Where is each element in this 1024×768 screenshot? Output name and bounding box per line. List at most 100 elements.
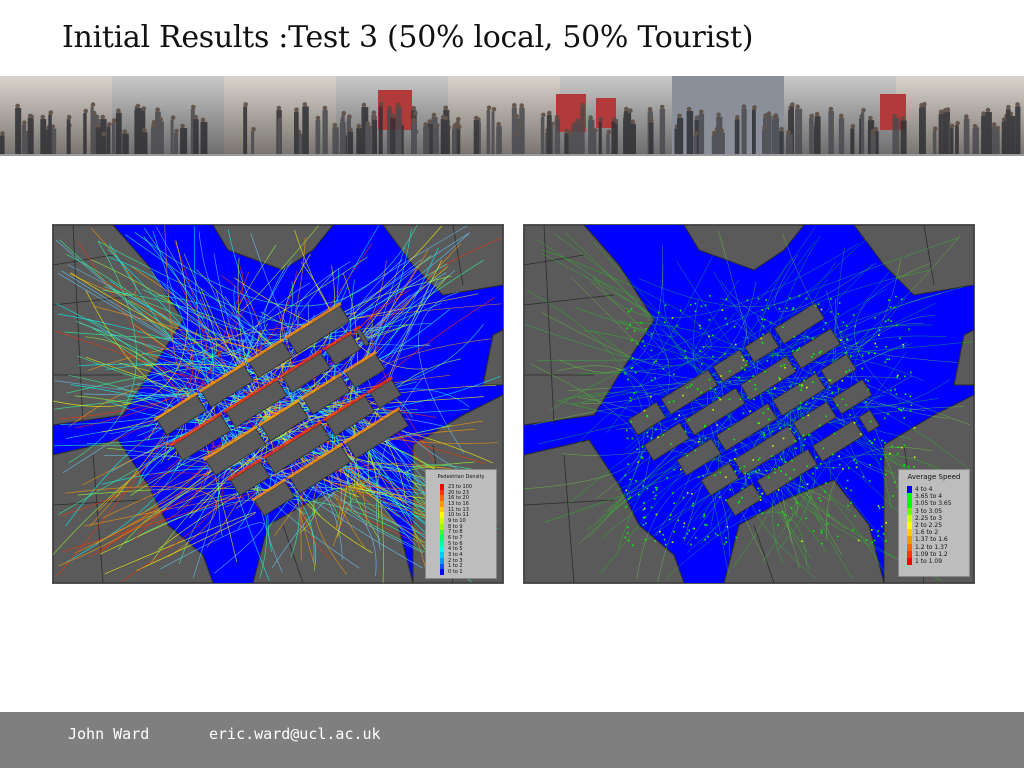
- crowd-figure: [277, 122, 281, 154]
- speed-point: [741, 496, 743, 499]
- speed-point: [837, 313, 840, 315]
- crowd-head: [423, 122, 428, 127]
- speed-point: [774, 471, 776, 474]
- speed-point: [725, 499, 727, 501]
- crowd-head: [191, 104, 196, 110]
- speed-point: [714, 474, 716, 476]
- speed-point: [657, 436, 659, 438]
- crowd-figure: [900, 120, 907, 154]
- legend-item: 0 to 1: [426, 569, 496, 575]
- speed-point: [885, 522, 887, 524]
- crowd-figure: [554, 119, 561, 154]
- speed-point: [700, 391, 702, 394]
- crowd-figure: [919, 107, 926, 154]
- speed-point: [686, 386, 688, 389]
- speed-point: [712, 334, 714, 337]
- crowd-figure: [486, 109, 491, 154]
- speed-point: [772, 445, 774, 447]
- speed-point: [738, 376, 740, 379]
- speed-point: [695, 537, 697, 539]
- crowd-head: [955, 120, 960, 126]
- crowd-head: [486, 105, 492, 111]
- speed-point: [748, 476, 750, 479]
- speed-point: [694, 449, 697, 452]
- speed-point: [855, 466, 858, 469]
- speed-point: [761, 318, 763, 320]
- crowd-head: [606, 129, 612, 135]
- crowd-figure: [141, 132, 148, 154]
- crowd-head: [735, 114, 740, 120]
- speed-point: [646, 435, 649, 438]
- speed-point: [854, 515, 856, 517]
- speed-point: [747, 472, 749, 475]
- speed-point: [682, 525, 685, 528]
- speed-point: [673, 468, 676, 471]
- speed-point: [757, 422, 760, 424]
- speed-point: [665, 543, 667, 546]
- speed-point: [748, 380, 751, 382]
- speed-point: [848, 369, 851, 372]
- speed-point: [666, 477, 668, 479]
- speed-point: [744, 369, 746, 371]
- speed-point: [840, 331, 842, 333]
- speed-point: [892, 495, 894, 497]
- speed-point: [909, 409, 912, 412]
- crowd-head: [22, 120, 27, 125]
- speed-point: [893, 481, 896, 483]
- crowd-head: [686, 106, 692, 112]
- speed-point: [878, 507, 881, 509]
- speed-point: [626, 532, 629, 535]
- speed-point: [762, 325, 765, 327]
- speed-point: [726, 323, 729, 326]
- crowd-head: [513, 131, 518, 136]
- speed-point: [778, 376, 780, 379]
- crowd-figure: [568, 134, 574, 154]
- speed-point: [628, 310, 630, 313]
- crowd-head: [302, 102, 308, 107]
- speed-point: [857, 539, 860, 542]
- crowd-figure: [491, 111, 495, 154]
- crowd-head: [541, 112, 546, 118]
- legend-swatch: [440, 569, 444, 575]
- crowd-head: [142, 127, 147, 133]
- crowd-head: [332, 122, 338, 128]
- crowd-head: [40, 114, 46, 120]
- crowd-head: [371, 110, 377, 115]
- crowd-figure: [518, 125, 524, 154]
- legend-label: 1 to 1.09: [915, 557, 943, 565]
- speed-point: [780, 365, 782, 367]
- crowd-head: [243, 102, 248, 107]
- speed-point: [734, 448, 737, 451]
- speed-point: [806, 465, 809, 467]
- speed-point: [668, 518, 671, 521]
- speed-point: [782, 326, 784, 328]
- crowd-figure: [434, 127, 439, 154]
- crowd-head: [870, 129, 876, 134]
- legend-item: 4 to 4: [899, 486, 969, 494]
- speed-point: [760, 337, 763, 340]
- speed-point: [628, 539, 630, 542]
- speed-point: [737, 501, 740, 504]
- legend-label: 3.65 to 4: [915, 493, 943, 501]
- crowd-figure: [15, 107, 22, 154]
- legend-label: 1.09 to 1.2: [915, 550, 948, 558]
- slide-title: Initial Results :Test 3 (50% local, 50% …: [62, 20, 754, 55]
- crowd-figure: [111, 122, 116, 154]
- crowd-head: [630, 119, 635, 124]
- crowd-head: [773, 113, 779, 118]
- crowd-head: [473, 115, 479, 121]
- crowd-head: [741, 104, 747, 109]
- speed-point: [761, 512, 764, 514]
- speed-point: [779, 378, 781, 381]
- speed-point: [910, 371, 912, 374]
- speed-point: [897, 374, 899, 377]
- speed-point: [900, 446, 903, 449]
- speed-point: [798, 295, 801, 297]
- speed-point: [793, 468, 795, 471]
- speed-point: [821, 542, 823, 545]
- crowd-head: [356, 123, 362, 129]
- speed-point: [692, 527, 695, 530]
- speed-point: [662, 533, 664, 536]
- speed-point: [629, 400, 632, 402]
- speed-point: [794, 440, 796, 442]
